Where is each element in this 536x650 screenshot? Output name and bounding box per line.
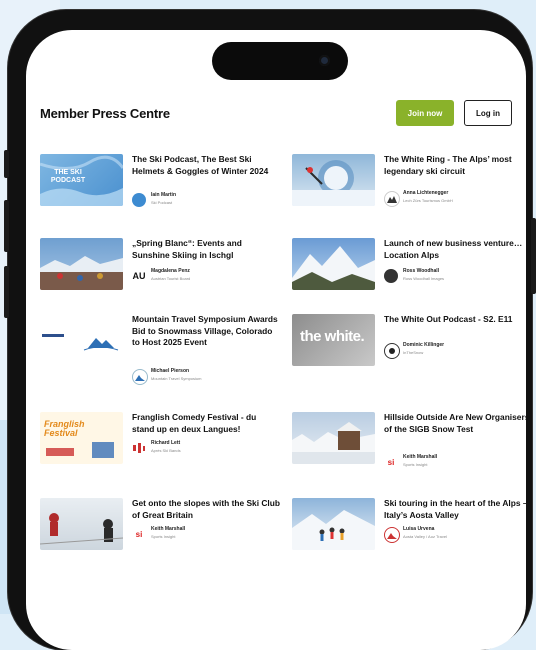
page-header: Member Press Centre Join now Log in bbox=[40, 100, 512, 130]
author-avatar bbox=[132, 193, 146, 207]
author-avatar bbox=[384, 343, 400, 359]
article-author: Richard Lett Après Ski Bands bbox=[132, 440, 280, 456]
join-now-button[interactable]: Join now bbox=[396, 100, 454, 126]
author-avatar bbox=[384, 191, 400, 207]
phone-screen: Member Press Centre Join now Log in THE … bbox=[26, 30, 526, 650]
article-author: Ross Woodhall Ross Woodhall Images bbox=[384, 268, 526, 284]
article-headline[interactable]: Get onto the slopes with the Ski Club of… bbox=[132, 498, 280, 521]
article-card[interactable]: Franglish Festival Franglish Comedy Fest… bbox=[40, 412, 280, 472]
article-card[interactable]: THE SKI PODCAST The Ski Podcast, The Bes… bbox=[40, 154, 280, 222]
author-organization: Mountain Travel Symposium bbox=[151, 376, 202, 381]
article-headline[interactable]: Hillside Outside Are New Organisers of t… bbox=[384, 412, 526, 435]
article-thumbnail bbox=[292, 412, 375, 464]
dynamic-island bbox=[212, 42, 348, 80]
article-author: AU Magdalena Penz Austrian Tourist Board bbox=[132, 268, 280, 284]
author-organization: InTheSnow bbox=[403, 350, 424, 355]
author-organization: Après Ski Bands bbox=[151, 448, 181, 453]
article-author: Luisa Urvena Aosta Valley / Aoz Travel bbox=[384, 526, 526, 543]
article-card[interactable]: Mountain Travel Symposium Awards Bid to … bbox=[40, 314, 280, 394]
article-headline[interactable]: Franglish Comedy Festival - du stand up … bbox=[132, 412, 280, 435]
author-name: Magdalena Penz bbox=[151, 268, 190, 274]
author-name: Michael Pierson bbox=[151, 368, 190, 374]
author-logo bbox=[132, 441, 146, 455]
article-author: Anna Lichtenegger Lech Zürs Tourismus Gm… bbox=[384, 190, 526, 207]
article-thumbnail bbox=[40, 498, 123, 550]
article-thumbnail: Franglish Festival bbox=[40, 412, 123, 464]
author-avatar bbox=[132, 369, 148, 385]
article-headline[interactable]: Mountain Travel Symposium Awards Bid to … bbox=[132, 314, 280, 349]
article-card[interactable]: Get onto the slopes with the Ski Club of… bbox=[40, 498, 280, 558]
article-thumbnail bbox=[292, 238, 375, 290]
author-name: Keith Marshall bbox=[151, 526, 186, 532]
phone-frame: Member Press Centre Join now Log in THE … bbox=[4, 10, 536, 650]
article-headline[interactable]: „Spring Blanc“: Events and Sunshine Skii… bbox=[132, 238, 280, 261]
article-headline[interactable]: The White Ring - The Alps’ most legendar… bbox=[384, 154, 526, 177]
article-author: Dominic Killinger InTheSnow bbox=[384, 342, 526, 359]
author-organization: Sports Insight bbox=[403, 462, 428, 467]
author-organization: Lech Zürs Tourismus GmbH bbox=[403, 198, 453, 203]
author-name: Richard Lett bbox=[151, 440, 181, 446]
author-name: Anna Lichtenegger bbox=[403, 190, 449, 196]
side-button-volume-down bbox=[4, 266, 9, 318]
article-card[interactable]: Launch of new business venture… Location… bbox=[292, 238, 526, 298]
author-logo: AU bbox=[132, 269, 146, 283]
author-organization: Aosta Valley / Aoz Travel bbox=[403, 534, 447, 539]
article-card[interactable]: The White Ring - The Alps’ most legendar… bbox=[292, 154, 526, 222]
article-author: Michael Pierson Mountain Travel Symposiu… bbox=[132, 368, 280, 385]
author-organization: Ross Woodhall Images bbox=[403, 276, 445, 281]
author-avatar bbox=[384, 527, 400, 543]
author-organization: Ski Podcast bbox=[151, 200, 173, 205]
article-card[interactable]: Ski touring in the heart of the Alps – I… bbox=[292, 498, 526, 558]
author-logo: si bbox=[384, 455, 398, 469]
author-organization: Austrian Tourist Board bbox=[151, 276, 191, 281]
article-thumbnail: THE SKI PODCAST bbox=[40, 154, 123, 206]
article-thumbnail: the white. bbox=[292, 314, 375, 366]
article-headline[interactable]: Launch of new business venture… Location… bbox=[384, 238, 526, 261]
author-name: Ross Woodhall bbox=[403, 268, 440, 274]
page-title: Member Press Centre bbox=[40, 106, 170, 121]
article-card[interactable]: the white. The White Out Podcast - S2. E… bbox=[292, 314, 526, 374]
article-headline[interactable]: The Ski Podcast, The Best Ski Helmets & … bbox=[132, 154, 280, 177]
article-thumbnail bbox=[40, 238, 123, 290]
author-name: Iain Martin bbox=[151, 192, 177, 198]
side-button-action bbox=[4, 150, 9, 178]
article-thumbnail bbox=[40, 314, 123, 366]
log-in-button[interactable]: Log in bbox=[464, 100, 512, 126]
article-thumbnail bbox=[292, 498, 375, 550]
podcast-logo: the white. bbox=[300, 328, 365, 345]
article-card[interactable]: Hillside Outside Are New Organisers of t… bbox=[292, 412, 526, 482]
author-avatar bbox=[384, 269, 398, 283]
author-name: Dominic Killinger bbox=[403, 342, 445, 348]
author-name: Keith Marshall bbox=[403, 454, 438, 460]
side-button-volume-up bbox=[4, 200, 9, 252]
side-button-power bbox=[531, 218, 536, 294]
podcast-logo: THE SKI PODCAST bbox=[50, 169, 86, 184]
article-card[interactable]: „Spring Blanc“: Events and Sunshine Skii… bbox=[40, 238, 280, 298]
article-headline[interactable]: Ski touring in the heart of the Alps – I… bbox=[384, 498, 526, 521]
article-author: si Keith Marshall Sports Insight bbox=[132, 526, 280, 542]
article-author: Iain Martin Ski Podcast bbox=[132, 192, 280, 208]
author-organization: Sports Insight bbox=[151, 534, 176, 539]
article-author: si Keith Marshall Sports Insight bbox=[384, 454, 526, 470]
camera-icon bbox=[319, 55, 330, 66]
author-logo: si bbox=[132, 527, 146, 541]
article-headline[interactable]: The White Out Podcast - S2. E11 bbox=[384, 314, 526, 326]
article-thumbnail bbox=[292, 154, 375, 206]
author-name: Luisa Urvena bbox=[403, 526, 435, 532]
